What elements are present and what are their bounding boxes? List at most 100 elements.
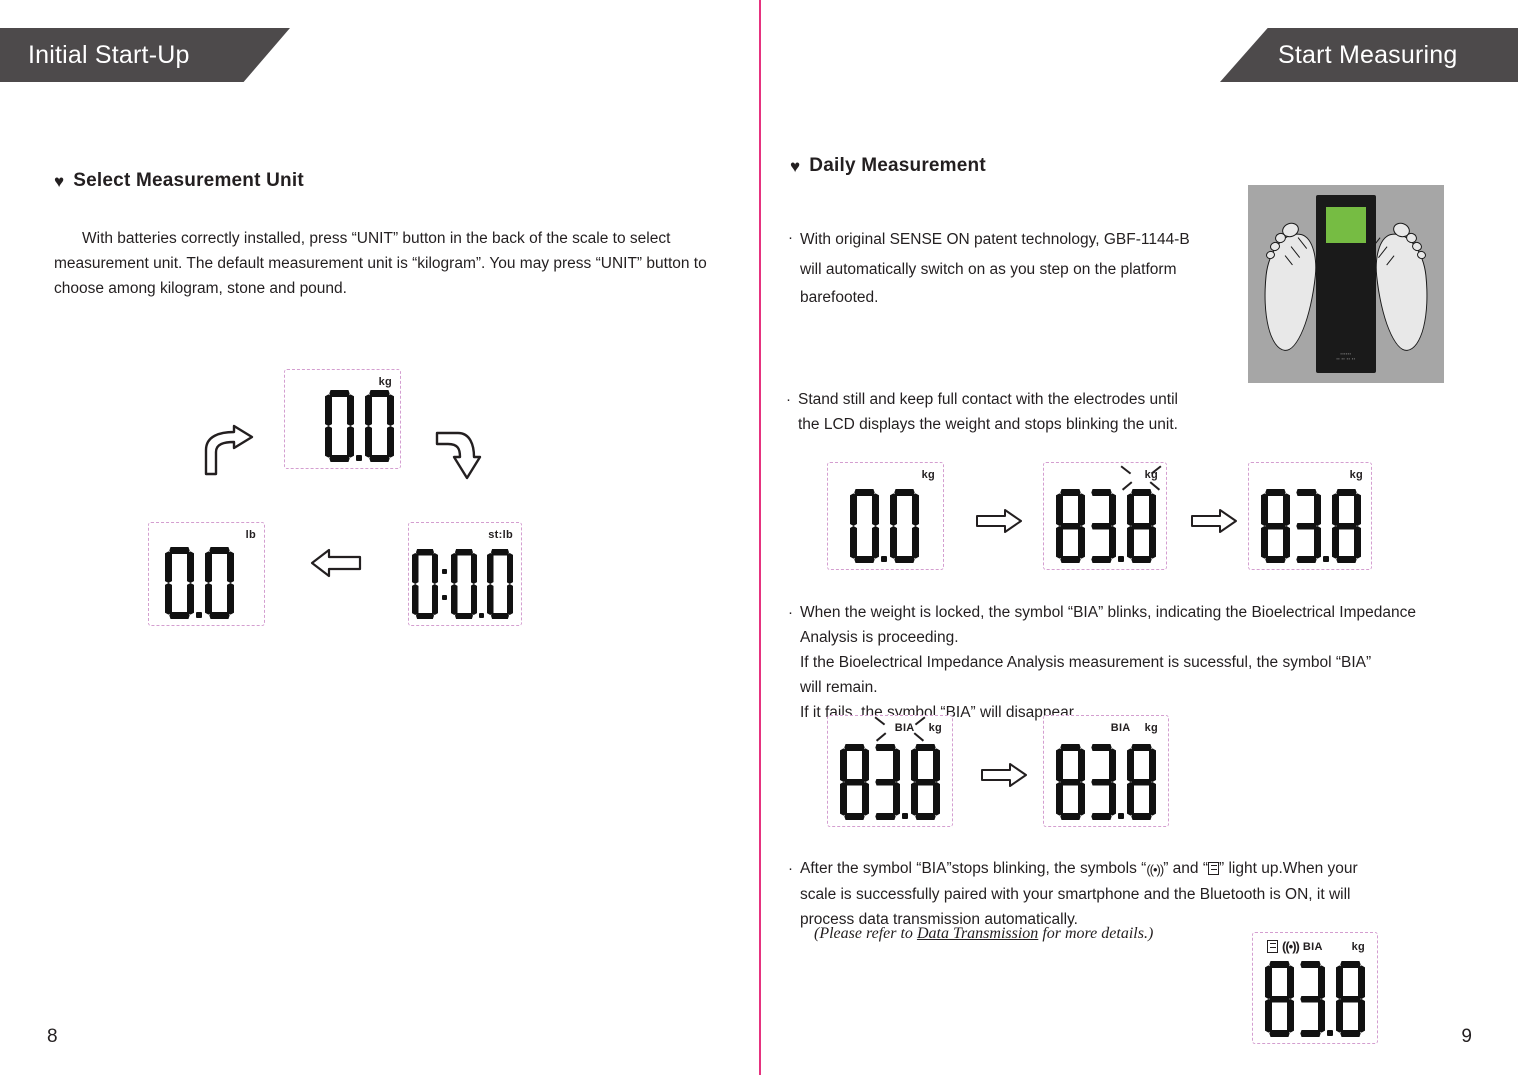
segment-digit [1292,489,1321,563]
lcd-top-row: BIA kg [828,722,942,734]
lcd-display-weight-locking: kg [1043,462,1167,570]
lcd-unit-label: st:lb [488,529,513,541]
lcd-kg-top-row: kg [285,376,392,388]
bullet-stand-still: · Stand still and keep full contact with… [786,387,1178,437]
lcd-digits [1249,489,1361,563]
segment-digit [165,547,194,619]
lcd-lb-digits [149,547,234,619]
bullet-stand-still-text: Stand still and keep full contact with t… [798,391,1178,433]
lcd-unit-label: lb [245,529,256,541]
bullet-dot-icon: · [788,860,793,877]
segment-digit [1296,961,1325,1037]
lcd-display-stlb: st:lb [408,522,522,626]
right-page-banner: Start Measuring [1220,28,1518,82]
scale-lcd-screen [1326,207,1366,243]
decimal-point [1323,556,1329,562]
colon-separator [440,549,449,619]
lcd-kg-digits [285,390,394,462]
scale-brand-mark: ▪▪▪▪▪▪ ▪▪ ▪▪ ▪▪ ▪▪ [1336,351,1356,361]
wireless-wave-icon: ((•)) [1146,862,1164,877]
lcd-bia-label: BIA [894,722,915,734]
lcd-display-transmitting: ((•)) BIA kg [1252,932,1378,1044]
segment-digit [840,744,869,820]
lcd-unit-label: kg [928,722,942,734]
decimal-point [1118,813,1124,819]
bullet-bia-blink: · When the weight is locked, the symbol … [788,600,1416,725]
data-record-icon [1208,862,1219,875]
lcd-unit-label: kg [1144,722,1158,734]
lcd-top-row: kg [828,469,935,481]
lcd-display-kg: kg [284,369,401,469]
left-page: Initial Start-Up ♥ Select Measurement Un… [0,0,760,1075]
bullet-sense-on: · With original SENSE ON patent technolo… [788,225,1190,310]
segment-digit [871,744,900,820]
decimal-point [1118,556,1124,562]
decimal-point [479,613,484,618]
lcd-digits [1253,961,1377,1037]
segment-digit [1265,961,1294,1037]
left-page-banner: Initial Start-Up [0,28,290,82]
segment-digit [412,549,438,619]
lcd-top-row: BIA kg [1044,722,1158,734]
lcd-status-icons: ((•)) BIA [1267,939,1323,954]
daily-measurement-heading-label: Daily Measurement [809,155,986,176]
bullet-bluetooth-transmit: · After the symbol “BIA”stops blinking, … [788,856,1358,932]
segment-digit [1127,489,1156,563]
lcd-top-row: ((•)) BIA kg [1267,939,1365,954]
left-page-number: 8 [47,1026,58,1047]
block-arrow-right-icon [1190,508,1238,539]
lcd-lb-top-row: lb [149,529,256,541]
lcd-digits [1044,744,1156,820]
segment-digit [1087,489,1116,563]
segment-digit [850,489,879,563]
curve-arrow-down-right-icon [434,428,486,489]
right-page-number: 9 [1461,1026,1472,1047]
heart-icon: ♥ [790,156,801,176]
lcd-display-bia-blinking: BIA kg [827,715,953,827]
lcd-top-row: kg [1044,469,1158,481]
lcd-unit-label: kg [1351,940,1365,953]
bullet-sense-on-text: With original SENSE ON patent technology… [800,231,1190,306]
left-banner-title: Initial Start-Up [28,40,190,69]
segment-digit [1056,489,1085,563]
heart-icon: ♥ [54,171,65,191]
wireless-wave-icon: ((•)) [1282,939,1300,954]
segment-digit [1056,744,1085,820]
segment-digit [1261,489,1290,563]
segment-digit [325,390,354,462]
lcd-display-weight-zero: kg [827,462,944,570]
curve-arrow-up-right-icon [200,424,258,483]
bullet-dot-icon: · [786,391,791,408]
lcd-display-weight-locked: kg [1248,462,1372,570]
select-measurement-unit-heading: ♥ Select Measurement Unit [54,170,304,192]
select-measurement-unit-heading-label: Select Measurement Unit [73,170,304,191]
lcd-digits [828,744,940,820]
lcd-bia-label: BIA [1110,722,1131,734]
scale-with-feet-photo: ▪▪▪▪▪▪ ▪▪ ▪▪ ▪▪ ▪▪ [1248,185,1444,383]
data-transmission-link[interactable]: Data Transmission [917,925,1038,942]
select-measurement-unit-paragraph: With batteries correctly installed, pres… [54,230,707,297]
right-banner-title: Start Measuring [1278,40,1458,69]
left-foot [1257,230,1321,354]
lcd-unit-label: kg [921,469,935,481]
right-page: Start Measuring ♥ Daily Measurement ▪▪▪▪… [760,0,1518,1075]
segment-digit [451,549,477,619]
lcd-display-bia-steady: BIA kg [1043,715,1169,827]
data-record-icon [1267,940,1278,953]
lcd-unit-label: kg [1144,469,1158,481]
bullet-bia-blink-text: When the weight is locked, the symbol “B… [800,604,1416,721]
segment-digit [911,744,940,820]
lcd-stlb-digits [409,549,513,619]
segment-digit [205,547,234,619]
lcd-stlb-top-row: st:lb [409,529,513,541]
bullet-dot-icon: · [788,229,793,246]
data-transmission-note: (Please refer to Data Transmission for m… [814,925,1154,942]
lcd-unit-label: kg [1349,469,1363,481]
segment-digit [1127,744,1156,820]
bullet-line-1: After the symbol “BIA”stops blinking, th… [800,856,1358,882]
block-arrow-right-icon [980,762,1028,793]
block-arrow-right-icon [975,508,1023,539]
segment-digit [365,390,394,462]
segment-digit [890,489,919,563]
block-arrow-left-icon [310,548,362,583]
